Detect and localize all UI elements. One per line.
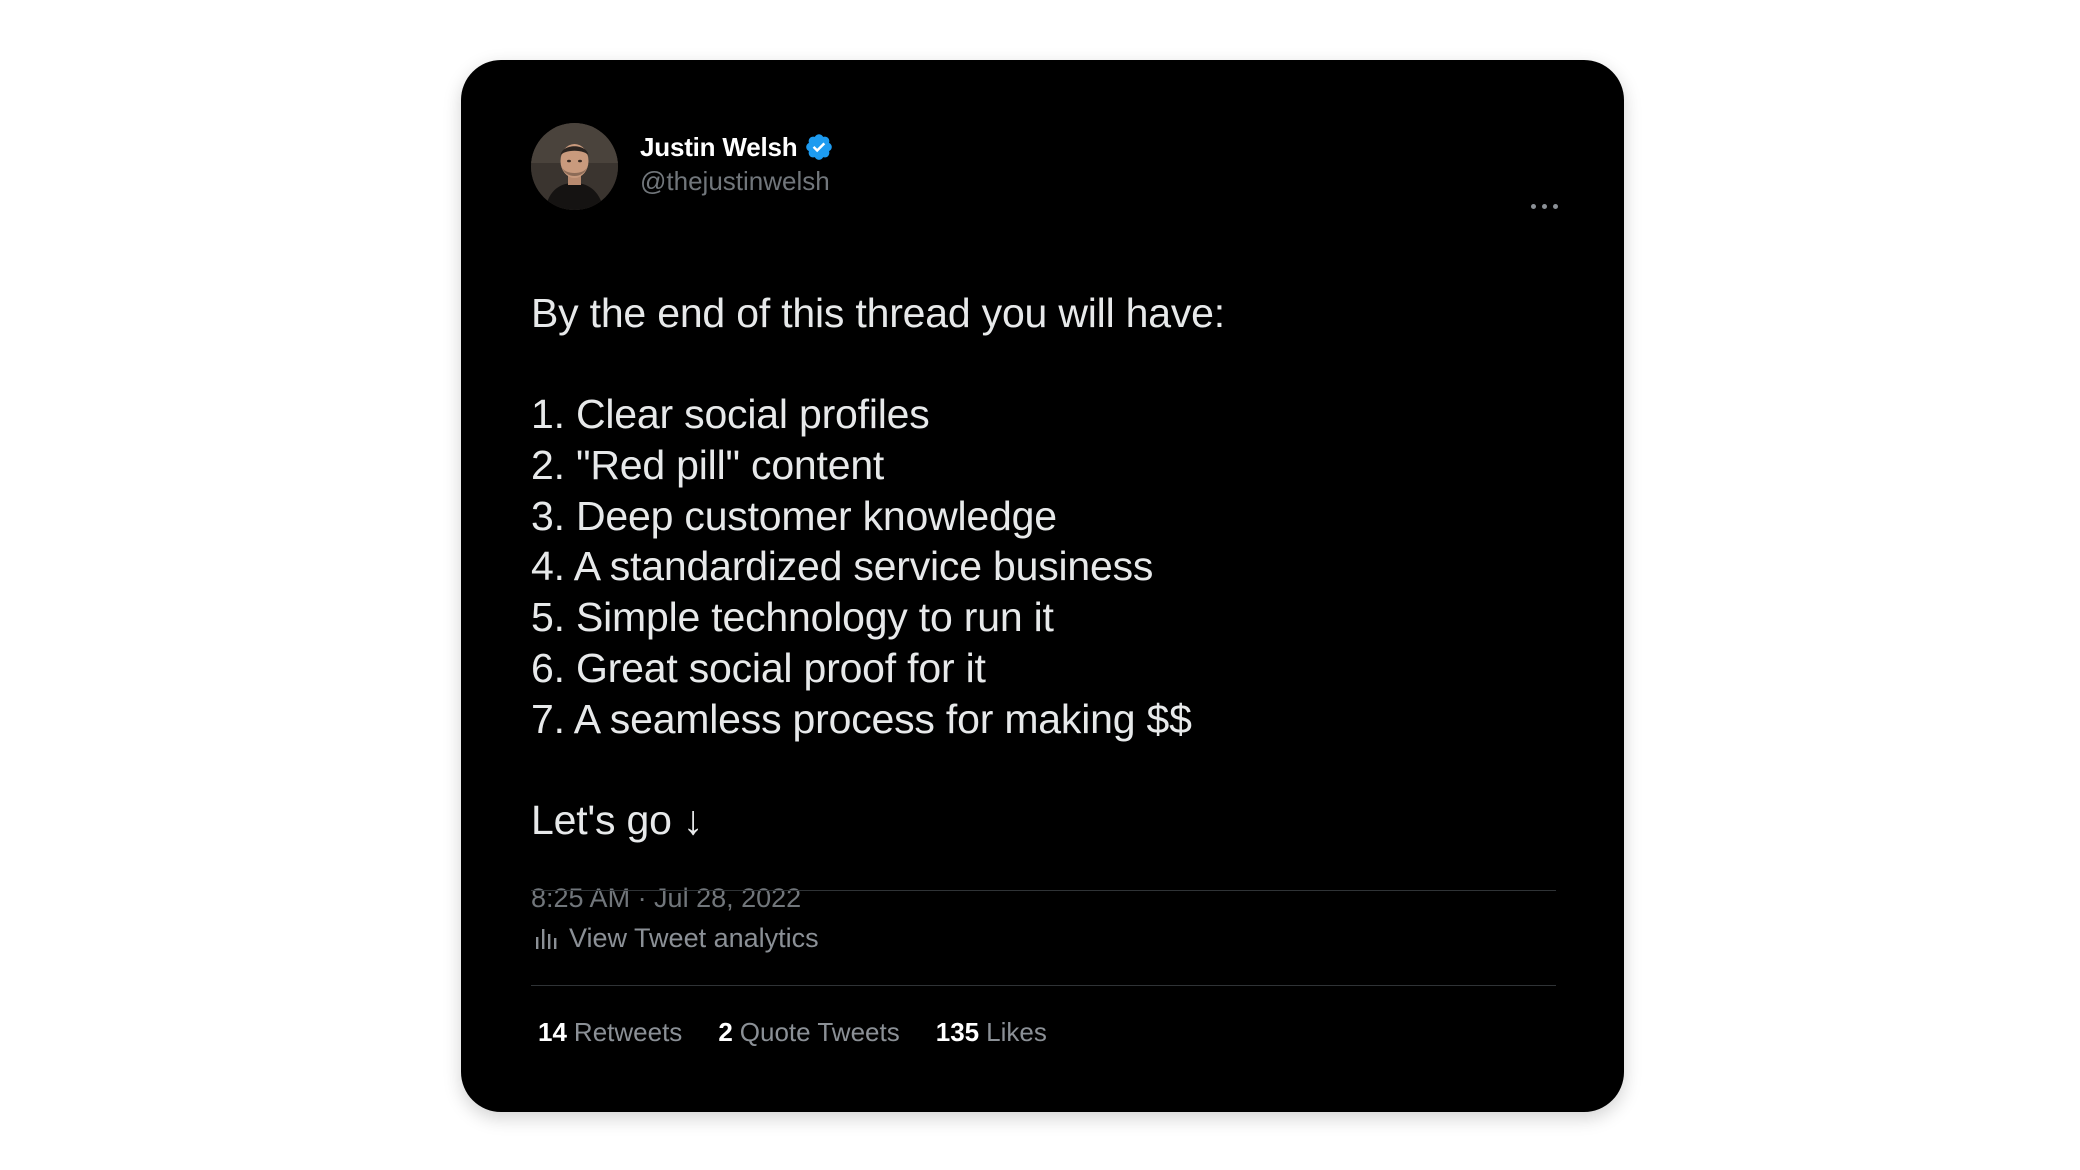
more-dot-icon bbox=[1552, 203, 1558, 209]
analytics-bar-chart-icon bbox=[531, 923, 561, 953]
quote-tweets-label: Quote Tweets bbox=[739, 1017, 900, 1047]
divider bbox=[531, 985, 1556, 986]
more-options-button[interactable] bbox=[1524, 196, 1564, 216]
tweet-timestamp[interactable]: 8:25 AM · Jul 28, 2022 bbox=[531, 883, 801, 914]
author-name-row[interactable]: Justin Welsh bbox=[640, 130, 834, 164]
tweet-line: Let's go ↓ bbox=[531, 796, 704, 843]
tweet-stats: 14 Retweets 2 Quote Tweets 135 Likes bbox=[538, 1017, 1083, 1048]
quote-tweets-count: 2 bbox=[718, 1017, 733, 1047]
likes-stat[interactable]: 135 Likes bbox=[936, 1017, 1047, 1048]
tweet-line: 6. Great social proof for it bbox=[531, 644, 986, 691]
tweet-line bbox=[531, 744, 1551, 795]
retweets-count: 14 bbox=[538, 1017, 567, 1047]
tweet-line: 2. "Red pill" content bbox=[531, 442, 885, 489]
divider bbox=[531, 890, 1556, 891]
more-dot-icon bbox=[1541, 203, 1547, 209]
tweet-card: Justin Welsh @thejustinwelsh By the end … bbox=[461, 60, 1624, 1112]
quote-tweets-stat[interactable]: 2 Quote Tweets bbox=[718, 1017, 899, 1048]
retweets-label: Retweets bbox=[573, 1017, 683, 1047]
tweet-line: 1. Clear social profiles bbox=[531, 391, 930, 438]
tweet-line: 5. Simple technology to run it bbox=[531, 594, 1054, 641]
verified-badge-icon bbox=[804, 132, 834, 162]
tweet-line bbox=[531, 339, 1551, 390]
author-avatar[interactable] bbox=[531, 123, 618, 210]
tweet-line: 3. Deep customer knowledge bbox=[531, 492, 1057, 539]
author-handle[interactable]: @thejustinwelsh bbox=[640, 166, 830, 197]
tweet-line: 4. A standardized service business bbox=[531, 543, 1154, 590]
likes-count: 135 bbox=[935, 1017, 980, 1047]
author-name[interactable]: Justin Welsh bbox=[640, 132, 798, 163]
retweets-stat[interactable]: 14 Retweets bbox=[538, 1017, 682, 1048]
tweet-line: By the end of this thread you will have: bbox=[531, 290, 1225, 336]
view-analytics-label: View Tweet analytics bbox=[569, 922, 819, 953]
avatar-photo-icon bbox=[531, 123, 618, 210]
tweet-line: 7. A seamless process for making $$ bbox=[531, 695, 1192, 742]
more-dot-icon bbox=[1530, 203, 1536, 209]
tweet-body: By the end of this thread you will have:… bbox=[531, 288, 1551, 846]
likes-label: Likes bbox=[986, 1017, 1047, 1047]
view-analytics-button[interactable]: View Tweet analytics bbox=[531, 918, 819, 958]
